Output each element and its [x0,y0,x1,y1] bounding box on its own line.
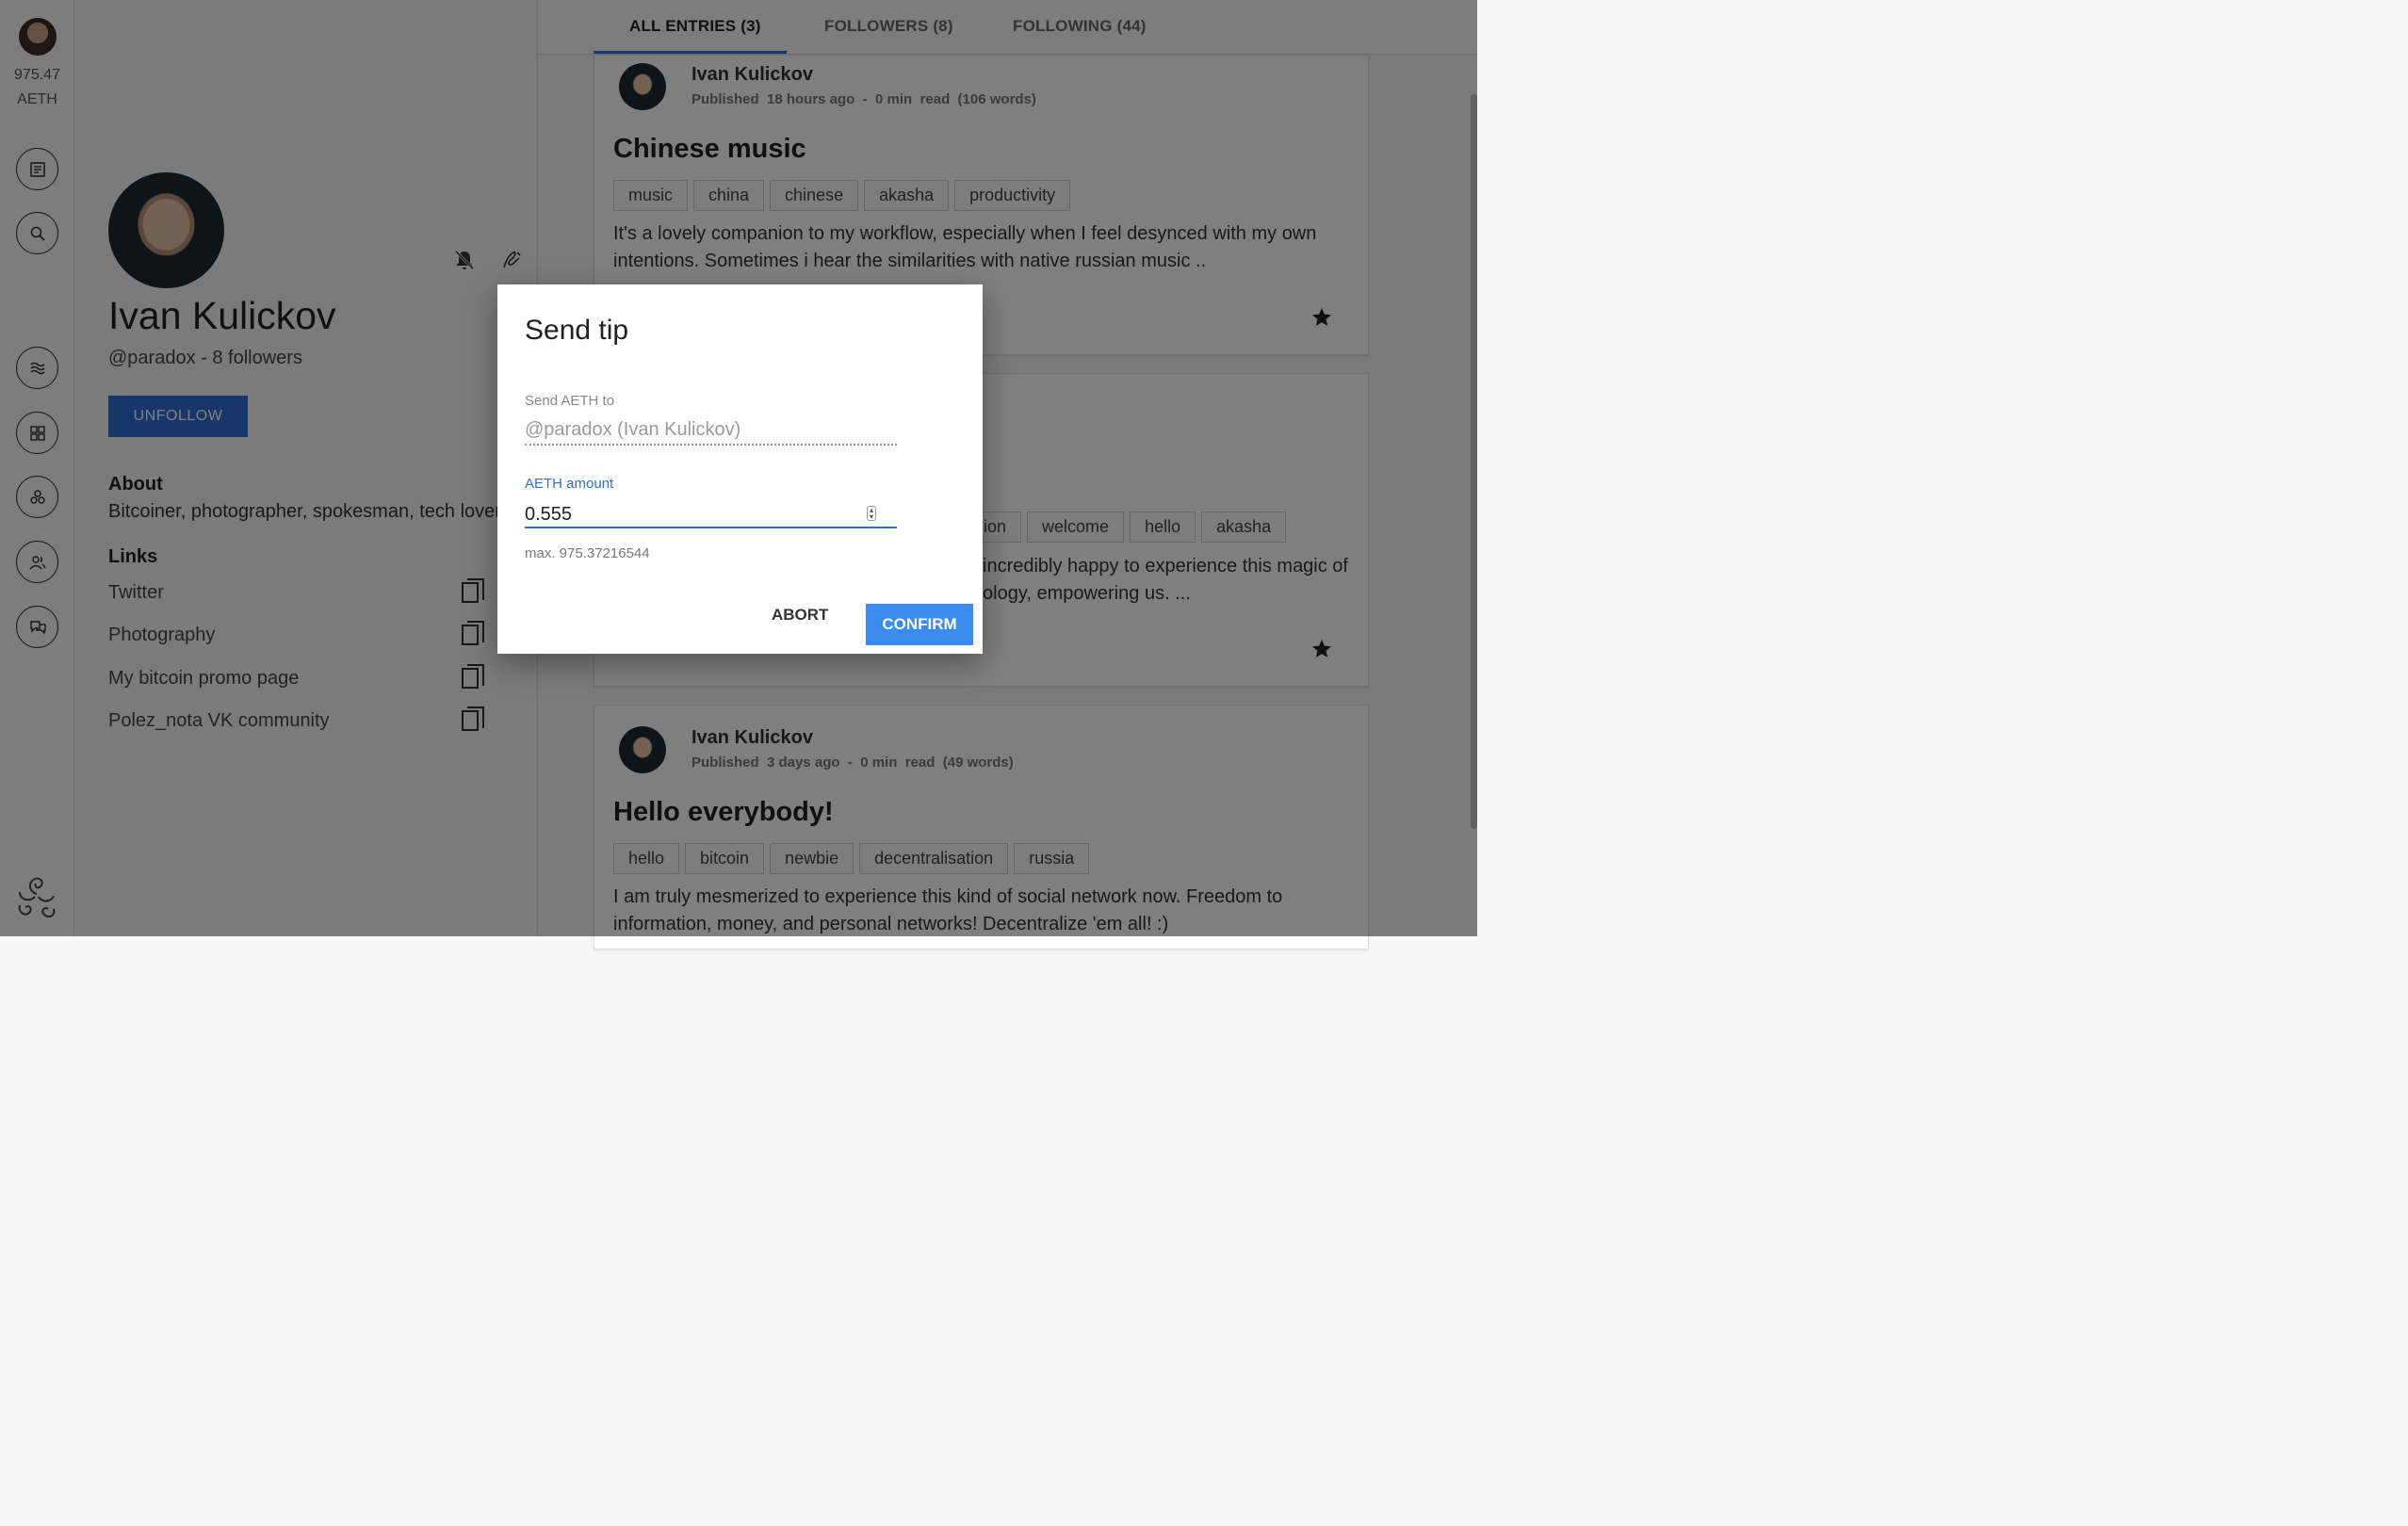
recipient-field: @paradox (Ivan Kulickov) [525,419,897,446]
send-tip-dialog: Send tip Send AETH to @paradox (Ivan Kul… [497,284,983,654]
dialog-title: Send tip [525,315,629,346]
amount-input[interactable] [525,502,897,528]
amount-spinner-icon[interactable]: ▴ ▾ [867,506,876,521]
confirm-button[interactable]: CONFIRM [866,604,973,645]
amount-label: AETH amount [525,476,614,492]
abort-button[interactable]: ABORT [766,605,834,625]
recipient-label: Send AETH to [525,393,615,409]
max-amount-hint: max. 975.37216544 [525,545,650,561]
